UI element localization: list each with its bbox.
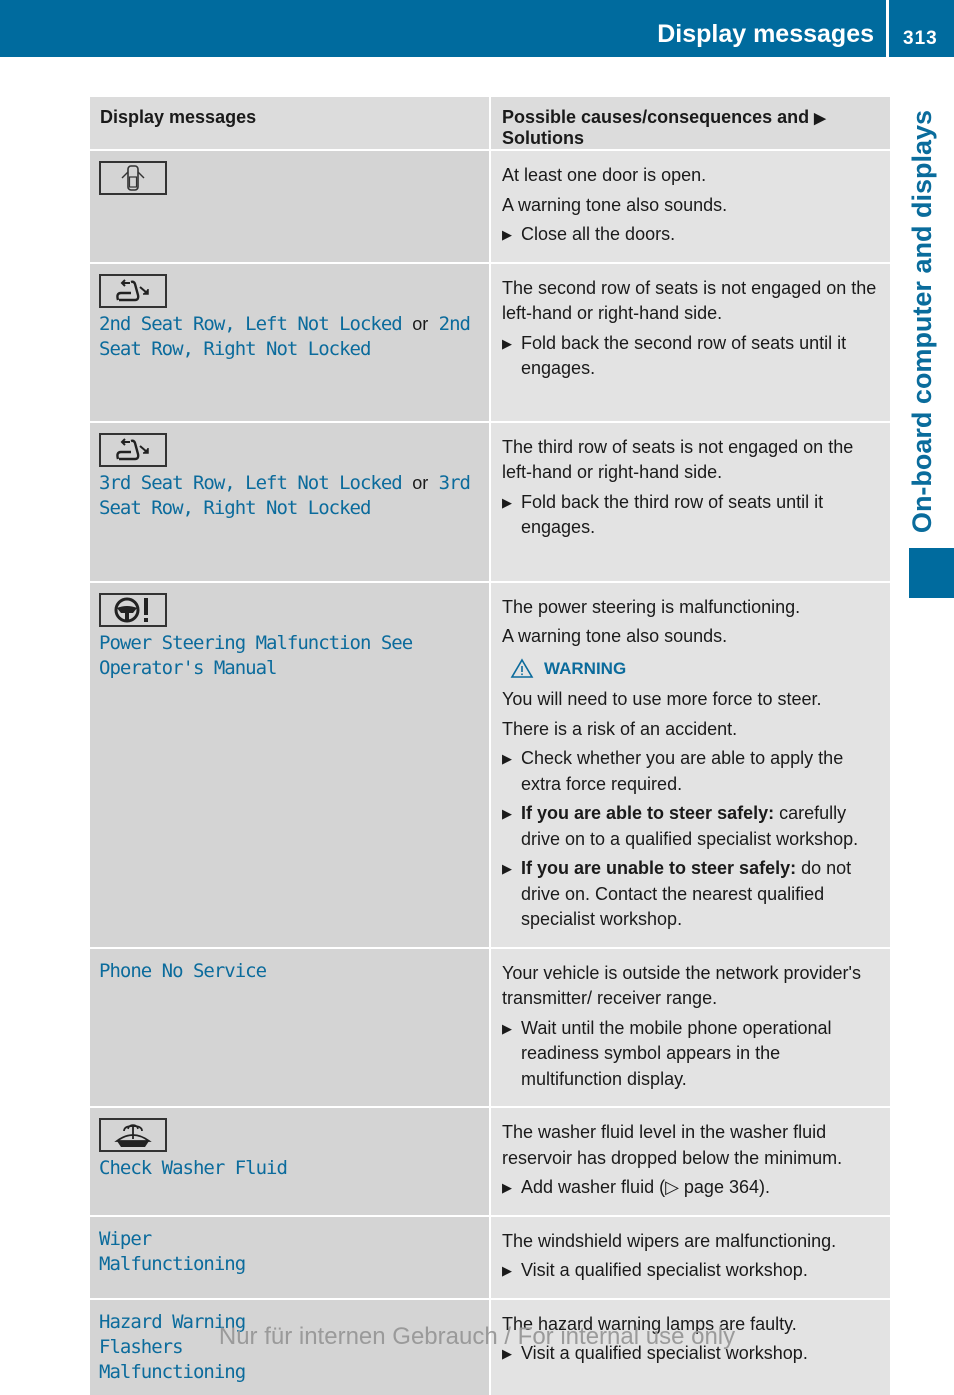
- washer-fluid-icon: [99, 1118, 167, 1152]
- watermark-footer: Nur für internen Gebrauch / For internal…: [218, 1323, 736, 1350]
- table-row: Power Steering Malfunction See Operator'…: [90, 581, 890, 949]
- step-condition: If you are unable to steer safely:: [521, 858, 797, 878]
- step-arrow-icon: ▶: [502, 861, 512, 876]
- solution-step: ▶ Fold back the third row of seats until …: [502, 490, 882, 541]
- table-row: Check Washer Fluid The washer fluid leve…: [90, 1107, 890, 1217]
- step-condition: If you are able to steer safely:: [521, 803, 775, 823]
- cause-text: The windshield wipers are malfunctioning…: [502, 1230, 837, 1251]
- display-message: Power Steering Malfunction See Operator'…: [99, 631, 413, 679]
- chapter-marker: [909, 548, 954, 598]
- solution-cell: Your vehicle is outside the network prov…: [489, 947, 890, 1108]
- warning-text: You will need to use more force to steer…: [502, 689, 822, 709]
- solution-cell: The washer fluid level in the washer flu…: [489, 1107, 890, 1217]
- cause-text: Your vehicle is outside the network prov…: [502, 962, 861, 1009]
- table-row: 3rd Seat Row, Left Not Locked or 3rd Sea…: [90, 421, 890, 583]
- arrow-icon: ▶: [814, 110, 826, 127]
- header-divider: [886, 0, 889, 57]
- message-cell: 3rd Seat Row, Left Not Locked or 3rd Sea…: [90, 421, 490, 583]
- seat-fold-icon: [99, 432, 167, 467]
- header-text: Solutions: [502, 128, 584, 148]
- solution-step: ▶ Wait until the mobile phone operational…: [502, 1016, 882, 1093]
- table-header-row: Display messages Possible causes/consequ…: [90, 97, 890, 151]
- solution-cell: The windshield wipers are malfunctioning…: [489, 1215, 890, 1300]
- cause-text: The washer fluid level in the washer flu…: [502, 1122, 843, 1168]
- message-cell: Phone No Service: [90, 947, 490, 1108]
- table-row: 2nd Seat Row, Left Not Locked or 2nd Sea…: [90, 262, 890, 423]
- cause-text: At least one door is open.: [502, 165, 707, 185]
- solution-cell: The second row of seats is not engaged o…: [489, 262, 890, 423]
- solution-cell: The power steering is malfunctioning. A …: [489, 581, 890, 949]
- table-row: Phone No Service Your vehicle is outside…: [90, 947, 890, 1108]
- table-row: Wiper Malfunctioning The windshield wipe…: [90, 1215, 890, 1300]
- column-header-messages: Display messages: [90, 97, 490, 151]
- table-row: At least one door is open. A warning ton…: [90, 150, 890, 264]
- warning-triangle-icon: [510, 658, 534, 678]
- page-reference-link[interactable]: Add washer fluid (▷ page 364).: [521, 1177, 770, 1197]
- solution-step: ▶ Check whether you are able to apply the…: [502, 746, 882, 797]
- step-text: Fold back the third row of seats until i…: [521, 491, 824, 538]
- steering-wheel-warning-icon: [99, 592, 167, 627]
- display-message: 2nd Seat Row, Left Not Locked or 2nd Sea…: [99, 312, 481, 362]
- step-arrow-icon: ▶: [502, 494, 512, 510]
- or-text: or: [412, 472, 429, 493]
- message-cell: Power Steering Malfunction See Operator'…: [90, 581, 490, 949]
- step-arrow-icon: ▶: [502, 1020, 512, 1036]
- step-text: Wait until the mobile phone operational …: [521, 1017, 832, 1089]
- message-cell: Check Washer Fluid: [90, 1107, 490, 1217]
- chapter-side-tab: On-board computer and displays: [907, 110, 937, 534]
- solution-cell: At least one door is open. A warning ton…: [489, 150, 890, 264]
- solution-cell: The third row of seats is not engaged on…: [489, 421, 890, 583]
- page-header-bar: Display messages 313: [0, 0, 954, 57]
- header-text: Possible causes/consequences and: [502, 107, 810, 127]
- step-text: Check whether you are able to apply the …: [521, 748, 844, 794]
- section-title: Display messages: [657, 20, 874, 48]
- step-arrow-icon: ▶: [502, 1180, 512, 1195]
- message-cell: 2nd Seat Row, Left Not Locked or 2nd Sea…: [90, 262, 490, 423]
- solution-step: ▶ Close all the doors.: [502, 222, 882, 248]
- display-message: Wiper Malfunctioning: [99, 1227, 246, 1275]
- step-arrow-icon: ▶: [502, 806, 512, 821]
- step-text: Fold back the second row of seats until …: [521, 332, 847, 379]
- display-message: Check Washer Fluid: [99, 1157, 288, 1179]
- seat-fold-icon: [99, 273, 167, 308]
- warning-label: WARNING: [544, 658, 627, 678]
- door-open-icon: [99, 161, 167, 195]
- solution-step: ▶ If you are able to steer safely: carefu…: [502, 801, 882, 852]
- cause-text: The third row of seats is not engaged on…: [502, 436, 854, 483]
- step-arrow-icon: ▶: [502, 227, 512, 242]
- message-cell: Wiper Malfunctioning: [90, 1215, 490, 1300]
- cause-text: A warning tone also sounds.: [502, 626, 728, 646]
- step-arrow-icon: ▶: [502, 751, 512, 766]
- message-text: 2nd Seat Row, Left Not Locked: [99, 312, 403, 335]
- step-arrow-icon: ▶: [502, 1263, 512, 1278]
- display-messages-table: Display messages Possible causes/consequ…: [90, 97, 890, 1395]
- cause-text: The power steering is malfunctioning.: [502, 596, 801, 617]
- message-cell: [90, 150, 490, 264]
- message-text: 3rd Seat Row, Left Not Locked: [99, 471, 403, 494]
- cause-text: The second row of seats is not engaged o…: [502, 277, 877, 324]
- solution-step: ▶ Visit a qualified specialist workshop.: [502, 1258, 882, 1284]
- display-message: Phone No Service: [99, 959, 267, 982]
- step-text: Close all the doors.: [521, 224, 676, 244]
- or-text: or: [412, 313, 429, 334]
- page-number: 313: [903, 28, 938, 49]
- warning-text: There is a risk of an accident.: [502, 718, 738, 739]
- column-header-solutions: Possible causes/consequences and ▶ Solut…: [489, 97, 890, 151]
- solution-step: ▶ If you are unable to steer safely: do n…: [502, 856, 882, 933]
- cause-text: A warning tone also sounds.: [502, 194, 728, 215]
- display-message: 3rd Seat Row, Left Not Locked or 3rd Sea…: [99, 471, 481, 521]
- solution-step: ▶ Add washer fluid (▷ page 364).: [502, 1175, 882, 1201]
- solution-step: ▶ Fold back the second row of seats until…: [502, 331, 882, 382]
- step-text: Visit a qualified specialist workshop.: [521, 1260, 808, 1280]
- step-arrow-icon: ▶: [502, 335, 512, 351]
- warning-heading: WARNING: [510, 656, 882, 682]
